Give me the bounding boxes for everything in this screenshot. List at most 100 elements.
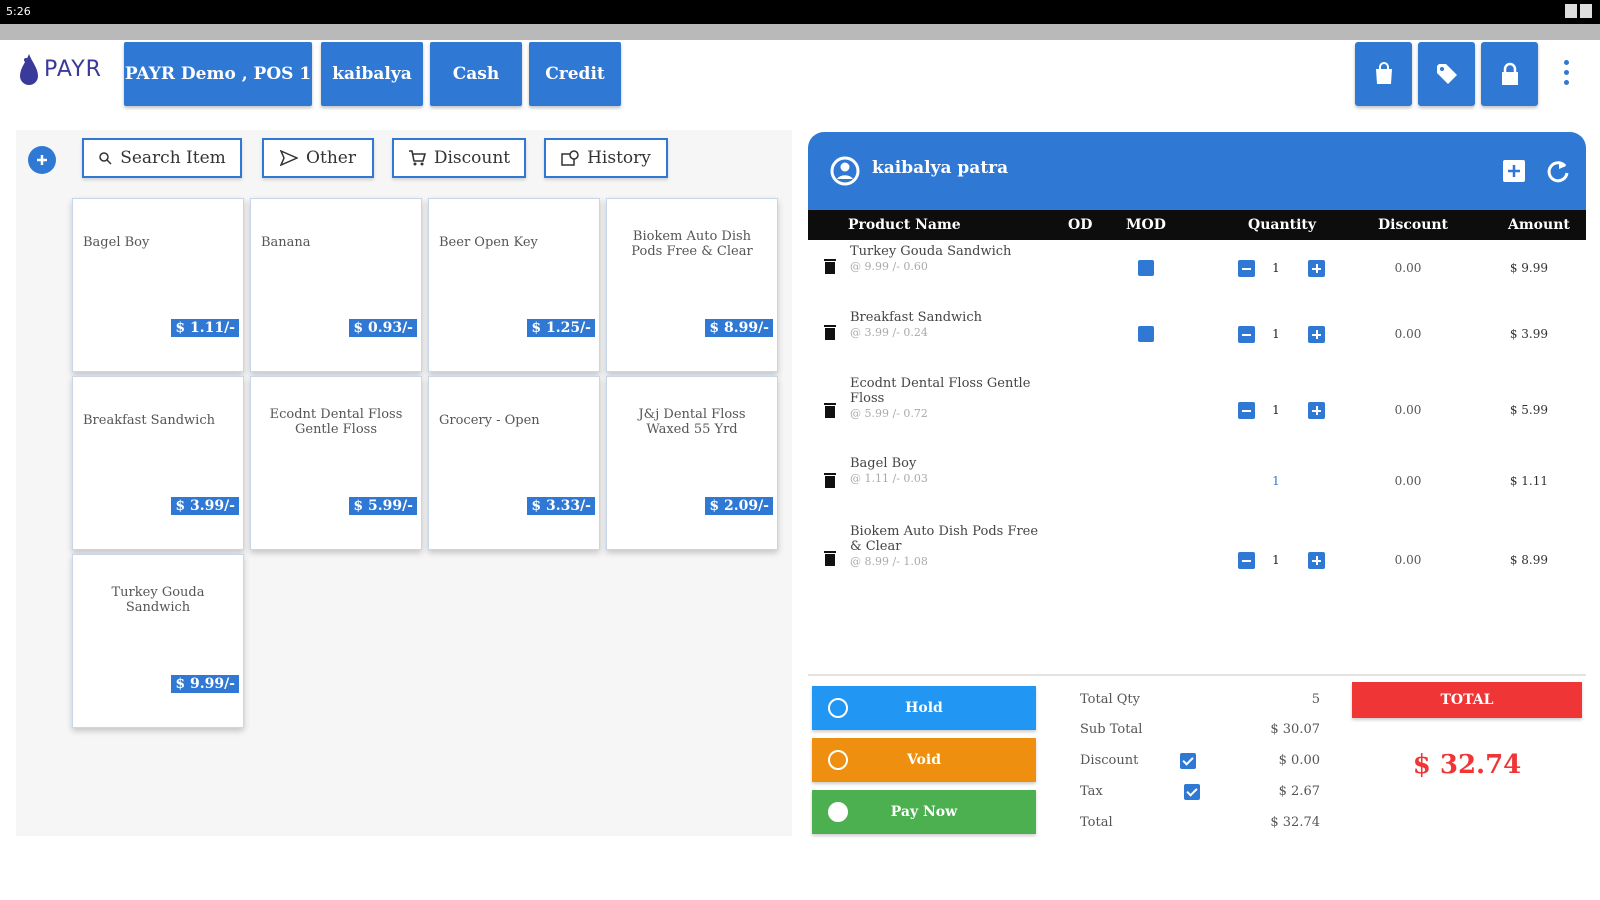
product-tile[interactable]: Turkey Gouda Sandwich $ 9.99/-: [72, 554, 244, 728]
battery-icon: [1580, 4, 1592, 18]
hold-button[interactable]: Hold: [812, 686, 1036, 730]
cart-item-name: Ecodnt Dental Floss Gentle Floss @ 5.99 /…: [850, 376, 1050, 421]
void-button[interactable]: Void: [812, 738, 1036, 782]
discount-button[interactable]: Discount: [392, 138, 526, 178]
product-name: Beer Open Key: [439, 235, 538, 250]
qty-plus-button[interactable]: [1308, 326, 1325, 343]
product-name: Ecodnt Dental Floss Gentle Floss: [269, 407, 403, 437]
cart-item-amount: $ 1.11: [1509, 474, 1548, 488]
void-icon: [828, 750, 848, 770]
pay-now-button[interactable]: Pay Now: [812, 790, 1036, 834]
cart-item-title: Biokem Auto Dish Pods Free & Clear: [850, 524, 1039, 554]
store-button[interactable]: PAYR Demo , POS 1: [124, 42, 312, 106]
cart-header: kaibalya patra: [808, 132, 1586, 210]
product-tile[interactable]: J&j Dental Floss Waxed 55 Yrd $ 2.09/-: [606, 376, 778, 550]
summary-total: Total $ 32.74: [1080, 815, 1320, 835]
mod-dropdown-icon[interactable]: [1138, 260, 1154, 276]
cart-row: Bagel Boy @ 1.11 /- 0.03 1 0.00 $ 1.11: [808, 456, 1586, 516]
customer-button[interactable]: kaibalya: [321, 42, 423, 106]
summary-tax: Tax $ 2.67: [1080, 784, 1320, 804]
credit-button[interactable]: Credit: [529, 42, 621, 106]
cart-item-name: Biokem Auto Dish Pods Free & Clear @ 8.99…: [850, 524, 1050, 569]
system-status-bar: 5:26: [0, 0, 1600, 24]
col-od: OD: [1068, 217, 1093, 233]
product-price: $ 3.99/-: [171, 497, 239, 515]
hold-icon: [828, 698, 848, 718]
cart-item-discount: 0.00: [1394, 474, 1422, 488]
product-tile[interactable]: Ecodnt Dental Floss Gentle Floss $ 5.99/…: [250, 376, 422, 550]
tag-icon: [1436, 64, 1457, 84]
qty-minus-button[interactable]: [1238, 402, 1255, 419]
discount-checkbox[interactable]: [1180, 753, 1196, 769]
product-tile[interactable]: Banana $ 0.93/-: [250, 198, 422, 372]
wifi-icon: [1565, 4, 1577, 18]
cart-item-amount: $ 8.99: [1509, 553, 1548, 567]
shopping-bag-icon: [1375, 62, 1392, 84]
cart-item-title: Breakfast Sandwich: [850, 310, 982, 325]
tax-checkbox[interactable]: [1184, 784, 1200, 800]
tag-button[interactable]: [1418, 42, 1475, 106]
col-mod: MOD: [1126, 217, 1166, 233]
search-item-button[interactable]: Search Item: [82, 138, 242, 178]
history-button[interactable]: History: [544, 138, 668, 178]
product-price: $ 1.25/-: [527, 319, 595, 337]
summary-key: Total Qty: [1080, 692, 1140, 707]
qty-plus-button[interactable]: [1308, 552, 1325, 569]
product-name: Grocery - Open: [439, 413, 540, 428]
summary-sub-total: Sub Total $ 30.07: [1080, 722, 1320, 742]
search-item-label: Search Item: [120, 148, 226, 168]
col-amount: Amount: [1508, 217, 1570, 233]
mod-dropdown-icon[interactable]: [1138, 326, 1154, 342]
qty-minus-button[interactable]: [1238, 326, 1255, 343]
add-circle-icon[interactable]: [28, 146, 56, 174]
cart-item-qty: 1: [1272, 403, 1280, 417]
qty-minus-button[interactable]: [1238, 260, 1255, 277]
product-tile[interactable]: Breakfast Sandwich $ 3.99/-: [72, 376, 244, 550]
cart-item-qty: 1: [1272, 261, 1280, 275]
product-tile[interactable]: Biokem Auto Dish Pods Free & Clear $ 8.9…: [606, 198, 778, 372]
delete-icon[interactable]: [824, 550, 836, 566]
product-price: $ 8.99/-: [705, 319, 773, 337]
delete-icon[interactable]: [824, 472, 836, 488]
cart-item-title: Bagel Boy: [850, 456, 917, 471]
cash-button[interactable]: Cash: [430, 42, 522, 106]
payr-logo: PAYR: [20, 54, 102, 85]
cart-item-sub: @ 5.99 /- 0.72: [850, 407, 928, 420]
app-bar: PAYR PAYR Demo , POS 1 kaibalya Cash Cre…: [0, 40, 1600, 108]
logo-text: PAYR: [44, 56, 102, 82]
bag-button[interactable]: [1355, 42, 1412, 106]
lock-button[interactable]: [1481, 42, 1538, 106]
product-name: Biokem Auto Dish Pods Free & Clear: [631, 229, 753, 259]
qty-plus-button[interactable]: [1308, 260, 1325, 277]
delete-icon[interactable]: [824, 258, 836, 274]
delete-icon[interactable]: [824, 402, 836, 418]
cart-item-amount: $ 9.99: [1509, 261, 1548, 275]
cart-item-discount: 0.00: [1394, 403, 1422, 417]
product-name: Bagel Boy: [83, 235, 150, 250]
product-price: $ 3.33/-: [527, 497, 595, 515]
product-tile[interactable]: Bagel Boy $ 1.11/-: [72, 198, 244, 372]
add-box-icon[interactable]: [1500, 157, 1528, 185]
history-icon: [561, 150, 579, 166]
more-vert-icon[interactable]: [1564, 60, 1570, 85]
product-name: Turkey Gouda Sandwich: [111, 585, 205, 615]
cart-item-amount: $ 5.99: [1509, 403, 1548, 417]
account-circle-icon[interactable]: [830, 156, 860, 186]
history-label: History: [587, 148, 651, 168]
other-button[interactable]: Other: [262, 138, 374, 178]
cart-column-header: Product Name OD MOD Quantity Discount Am…: [808, 210, 1586, 240]
cart-item-sub: @ 8.99 /- 1.08: [850, 555, 928, 568]
product-tile[interactable]: Beer Open Key $ 1.25/-: [428, 198, 600, 372]
qty-plus-button[interactable]: [1308, 402, 1325, 419]
delete-icon[interactable]: [824, 324, 836, 340]
system-icons: [1565, 4, 1592, 18]
qty-minus-button[interactable]: [1238, 552, 1255, 569]
cart-row: Ecodnt Dental Floss Gentle Floss @ 5.99 /…: [808, 376, 1586, 450]
total-button[interactable]: TOTAL: [1352, 682, 1582, 718]
refresh-icon[interactable]: [1544, 157, 1572, 185]
summary-discount: Discount $ 0.00: [1080, 753, 1320, 773]
product-tile[interactable]: Grocery - Open $ 3.33/-: [428, 376, 600, 550]
summary-key: Discount: [1080, 753, 1139, 768]
cart-item-amount: $ 3.99: [1509, 327, 1548, 341]
product-price: $ 5.99/-: [349, 497, 417, 515]
